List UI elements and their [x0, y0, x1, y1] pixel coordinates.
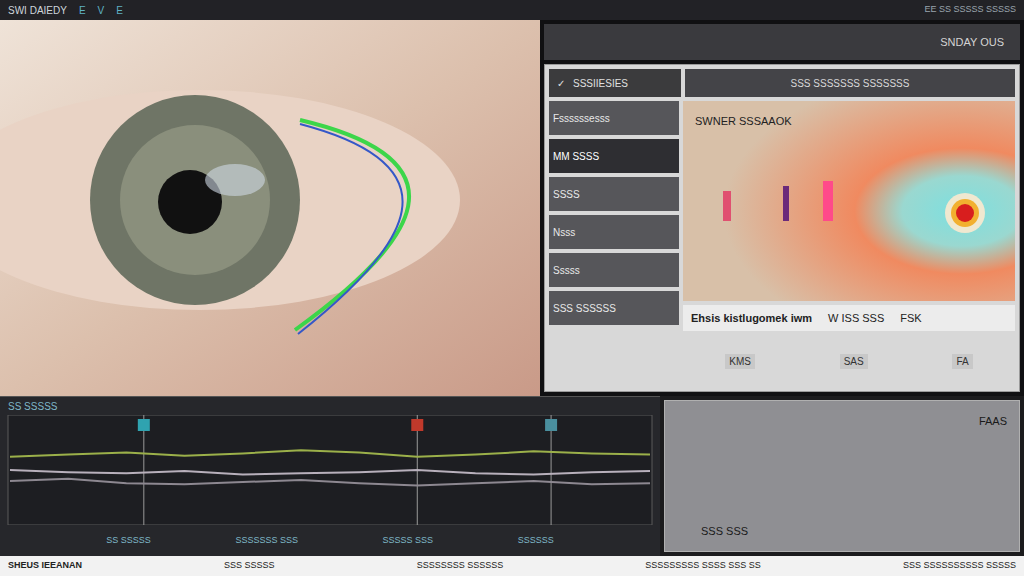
- chart-line: [10, 479, 650, 486]
- side-panel: FAAS SSS SSS: [664, 400, 1020, 552]
- chart-marker[interactable]: [545, 415, 557, 525]
- toolbar-glyph[interactable]: E: [79, 3, 86, 18]
- top-right-text: EE SS SSSSS SSSSS: [924, 3, 1016, 17]
- check-icon: ✓: [557, 76, 565, 91]
- chart-panel: SS SSSSS SS SSSSS SSSSSSS SSS SSSSS SSS SSSS…: [0, 396, 660, 556]
- sidebar-item[interactable]: Fssssssesss: [549, 101, 679, 135]
- status-item: SHEUS IEEANAN: [8, 559, 82, 573]
- status-item: SSS SSSSSSSSSS SSSSS: [903, 559, 1016, 573]
- chart-label: SSSSSS: [518, 534, 554, 548]
- top-bar: SWI DAIEDY EVE EE SS SSSSS SSSSS: [0, 0, 1024, 20]
- chart-line: [10, 450, 650, 457]
- analysis-panel: ✓SSSIIESIESSSS SSSSSSS SSSSSSSFssssssess…: [544, 64, 1020, 392]
- caption-text: Ehsis kistlugomek iwm: [691, 310, 812, 327]
- side-panel-text: SSS SSS: [701, 523, 1007, 540]
- content: SWNER SSSAAOK Ehsis kistlugomek iwm W ISS …: [683, 101, 1015, 387]
- panel-body: Fssssssesss MM SSSS SSSS Nsss Sssss SSS SSSSS…: [549, 101, 1015, 387]
- sidebar-item[interactable]: Sssss: [549, 253, 679, 287]
- readout: FA: [952, 354, 972, 369]
- app: SWI DAIEDY EVE EE SS SSSSS SSSSS SNDAY OUS ✓…: [0, 0, 1024, 576]
- readout: SAS: [840, 354, 868, 369]
- chart-label: SSSSSSS SSS: [235, 534, 298, 548]
- readouts: KMS SAS FA: [683, 335, 1015, 387]
- line-chart: [0, 415, 660, 525]
- header-bar: SNDAY OUS: [544, 24, 1020, 60]
- sidebar: Fssssssesss MM SSSS SSSS Nsss Sssss SSS SSSSS…: [549, 101, 679, 387]
- side-panel-text: FAAS: [979, 413, 1007, 430]
- sidebar-item[interactable]: MM SSSS: [549, 139, 679, 173]
- chart-labels: SS SSSSS SSSSSSS SSS SSSSS SSS SSSSSS: [0, 525, 660, 556]
- status-item: SSS SSSSS: [224, 559, 275, 573]
- heatmap-title: SWNER SSSAAOK: [695, 113, 792, 130]
- status-item: SSSSSSSS SSSSSS: [417, 559, 504, 573]
- chart-title: SS SSSSS: [0, 397, 660, 415]
- panel-header: ✓SSSIIESIESSSS SSSSSSS SSSSSSS: [549, 69, 1015, 97]
- heatmap-image: [683, 101, 1015, 301]
- main-row: SNDAY OUS✓SSSIIESIESSSS SSSSSSS SSSSSSSF…: [0, 20, 1024, 396]
- sidebar-item[interactable]: SSS SSSSSS: [549, 291, 679, 325]
- confirm-button[interactable]: ✓SSSIIESIES: [549, 69, 681, 97]
- eye-photo: [0, 20, 540, 396]
- sidebar-item[interactable]: Nsss: [549, 215, 679, 249]
- toolbar-glyph[interactable]: E: [116, 3, 123, 18]
- caption-strip: Ehsis kistlugomek iwm W ISS SSS FSK: [683, 305, 1015, 331]
- chart-label: SS SSSSS: [106, 534, 151, 548]
- status-bar: SHEUS IEEANAN SSS SSSSS SSSSSSSS SSSSSS SSS…: [0, 556, 1024, 576]
- right-column: SNDAY OUS✓SSSIIESIESSSS SSSSSSS SSSSSSSF…: [540, 20, 1024, 396]
- chart-marker[interactable]: [138, 415, 150, 525]
- caption-text: FSK: [900, 310, 921, 327]
- eye-image: [0, 20, 540, 396]
- status-item: SSSSSSSSS SSSS SSS SS: [645, 559, 761, 573]
- app-title: SWI DAIEDY: [8, 3, 67, 18]
- panel-title: SSS SSSSSSS SSSSSSS: [685, 69, 1015, 97]
- chart-line: [10, 470, 650, 474]
- heatmap: SWNER SSSAAOK: [683, 101, 1015, 301]
- caption-text: W ISS SSS: [828, 310, 884, 327]
- chart-label: SSSSS SSS: [383, 534, 434, 548]
- bottom-row: SS SSSSS SS SSSSS SSSSSSS SSS SSSSS SSS SSSS…: [0, 396, 1024, 556]
- header-label: SNDAY OUS: [940, 34, 1004, 51]
- toolbar-glyph[interactable]: V: [98, 3, 105, 18]
- sidebar-item[interactable]: SSSS: [549, 177, 679, 211]
- readout: KMS: [725, 354, 755, 369]
